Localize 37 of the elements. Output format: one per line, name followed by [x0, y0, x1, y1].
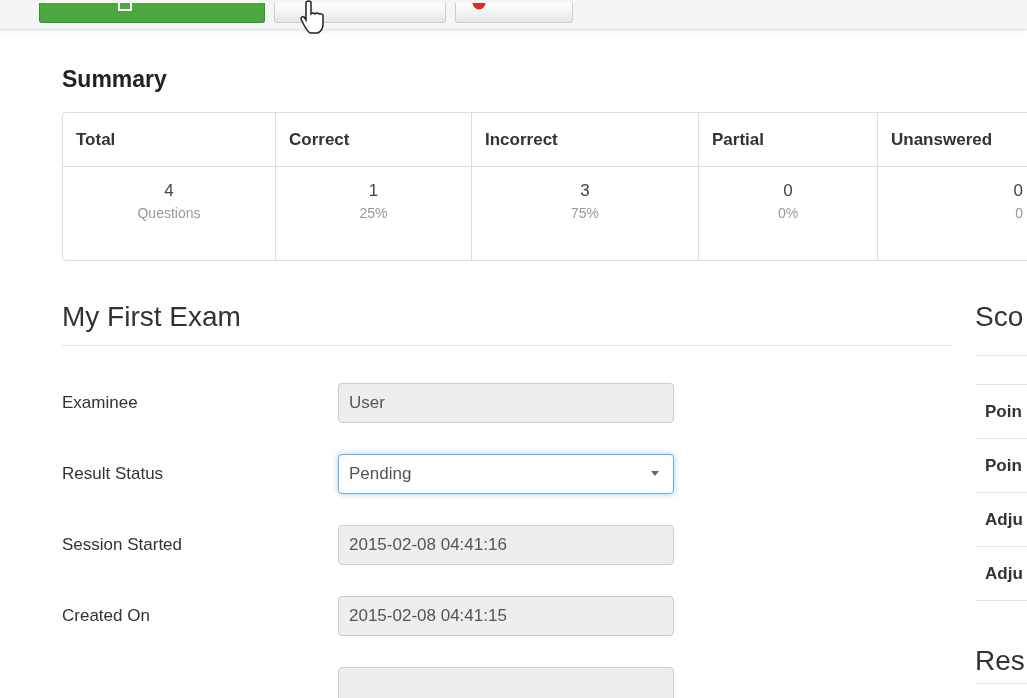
save-close-button[interactable] [274, 3, 446, 23]
field-label: Result Status [62, 463, 165, 484]
percent-note: 0% [777, 205, 799, 221]
score-row-label: Poin [985, 401, 1022, 422]
field-label: Session Started [62, 534, 183, 555]
readonly-field[interactable]: 2015-02-08 04:41:15 [338, 595, 674, 636]
save-icon [118, 3, 132, 11]
percent-note: 25% [359, 205, 388, 221]
score-heading: Sco [975, 297, 1027, 356]
column-header: Total [76, 129, 116, 150]
exam-title: My First Exam [62, 297, 952, 346]
score-row-label: Adju [985, 563, 1023, 584]
column-header: Partial [712, 129, 764, 150]
percent-note: 0 [1015, 205, 1023, 221]
score-row-label: Adju [985, 509, 1023, 530]
cancel-icon [472, 3, 486, 10]
field-label: Examinee [62, 392, 139, 413]
date-field[interactable] [338, 666, 674, 698]
column-header: Incorrect [485, 129, 558, 150]
section-heading: Summary [62, 65, 168, 94]
cancel-button[interactable] [455, 3, 573, 23]
count-value: 0 [1013, 181, 1023, 201]
percent-note: Questions [137, 205, 201, 221]
field-label: Created On [62, 605, 151, 626]
count-value: 1 [368, 181, 379, 201]
column-header: Unanswered [891, 129, 993, 150]
status-select[interactable]: Pending [338, 453, 674, 494]
count-value: 4 [164, 181, 174, 201]
score-row-label: Poin [985, 455, 1022, 476]
column-header: Correct [289, 129, 350, 150]
percent-note: 75% [571, 205, 599, 221]
count-value: 0 [783, 181, 793, 201]
count-value: 3 [580, 181, 590, 201]
dropdown-caret-icon [651, 471, 659, 476]
readonly-field[interactable]: User [338, 382, 674, 423]
results-heading: Res [975, 631, 1027, 684]
readonly-field[interactable]: 2015-02-08 04:41:16 [338, 524, 674, 565]
